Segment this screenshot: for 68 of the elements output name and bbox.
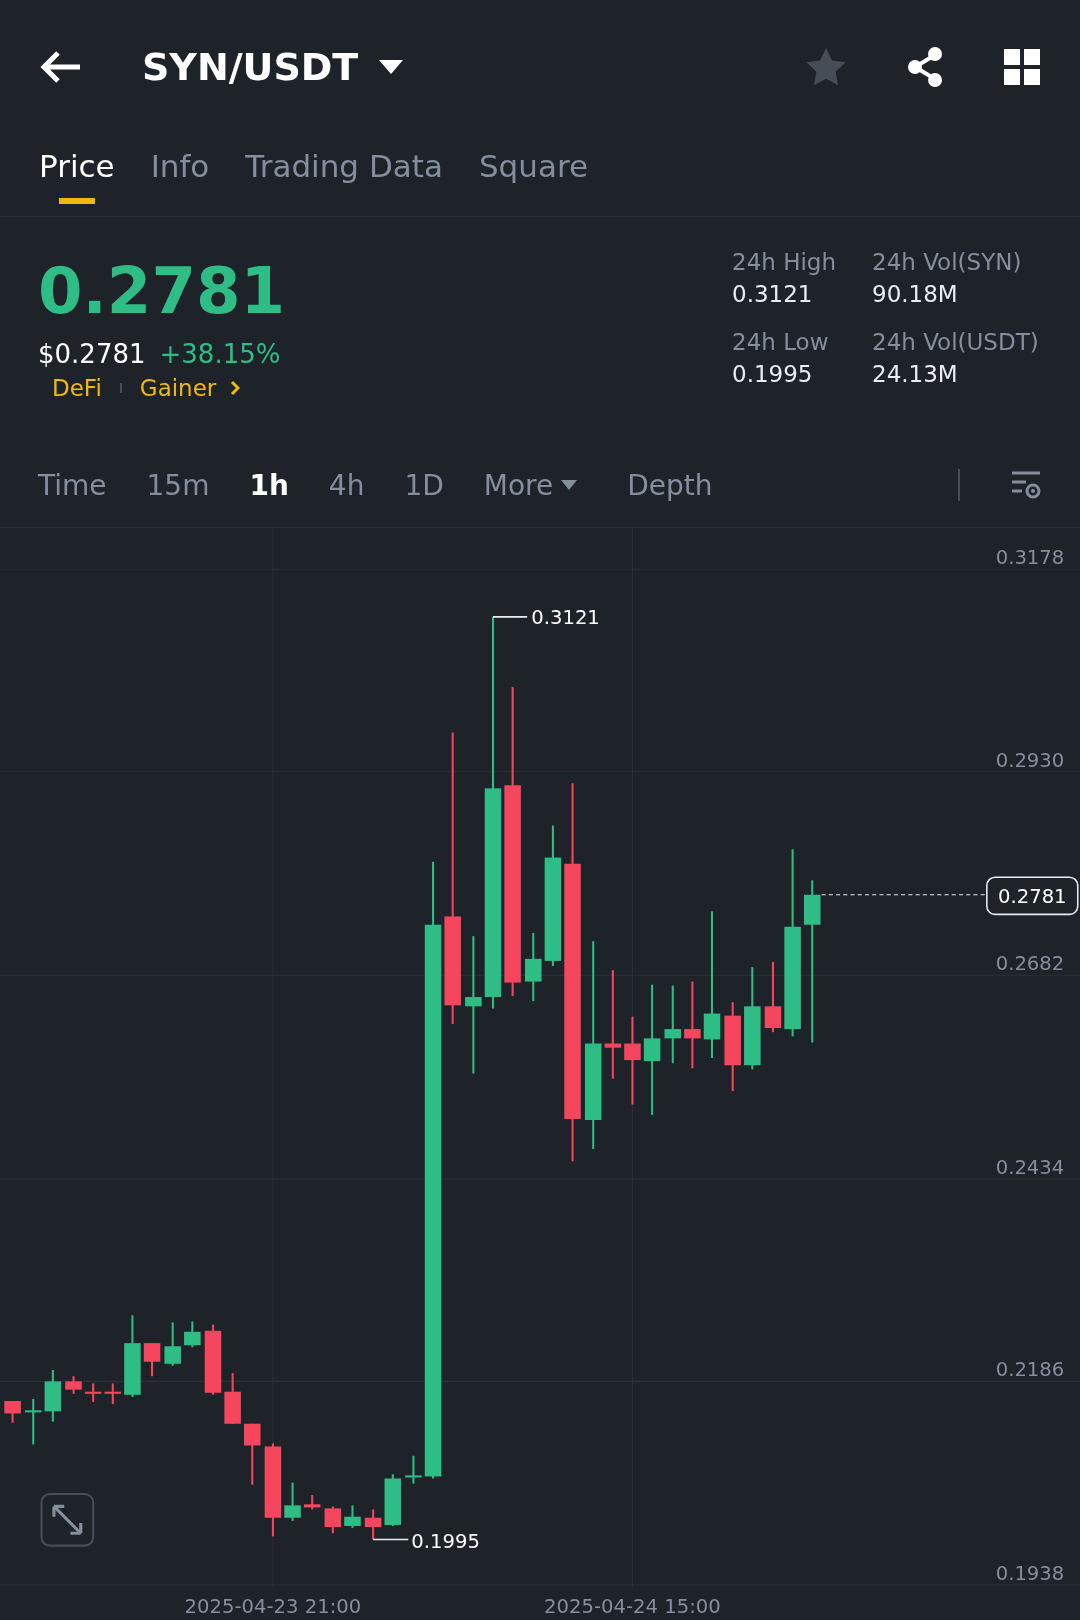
interval-tab[interactable]: 4h [328, 468, 365, 502]
candlestick [143, 1343, 161, 1377]
candlestick [44, 1370, 62, 1422]
stat-value: 24.13M [872, 361, 959, 387]
back-arrow-icon[interactable] [40, 50, 82, 84]
candlestick [25, 1398, 42, 1445]
candlestick [284, 1482, 301, 1521]
last-price-tag: 0.2781 [986, 876, 1079, 916]
stat-label: 24h Vol(USDT) [872, 329, 1040, 355]
tab[interactable]: Price [39, 134, 115, 217]
tab[interactable]: Info [150, 134, 210, 217]
candlestick [104, 1383, 122, 1405]
price-axis-label: 0.2930 [995, 748, 1065, 772]
candlestick [525, 933, 542, 1002]
tag-link[interactable]: Gainer [139, 375, 241, 401]
interval-dropdown[interactable]: More [483, 468, 578, 502]
chevron-right-icon [230, 380, 241, 396]
price-axis-label: 0.2186 [995, 1358, 1065, 1382]
candlestick [84, 1383, 102, 1403]
stat-value: 0.3121 [732, 281, 814, 307]
candlestick [244, 1423, 261, 1485]
candlestick [364, 1509, 382, 1540]
candlestick [764, 961, 782, 1033]
tab[interactable]: Trading Data [245, 134, 443, 217]
chart-settings-icon[interactable] [1010, 469, 1042, 501]
interval-tab[interactable]: Time [38, 468, 107, 502]
share-icon[interactable] [906, 47, 944, 87]
candlestick [303, 1495, 321, 1510]
candlestick [4, 1401, 21, 1423]
price-axis-label: 0.3178 [995, 546, 1065, 570]
high-leader-line [492, 616, 528, 618]
tab[interactable]: Square [478, 134, 589, 217]
candlestick [384, 1474, 402, 1526]
candlestick [65, 1376, 82, 1394]
tag-link[interactable]: DeFi [52, 375, 102, 401]
candlestick [164, 1322, 181, 1366]
interval-tab[interactable]: 1h [249, 468, 289, 502]
interval-tab[interactable]: Depth [627, 468, 713, 502]
price-axis-label: 0.2434 [995, 1155, 1065, 1179]
stat-label: 24h High [732, 249, 838, 275]
star-icon[interactable] [806, 48, 846, 86]
low-price-label: 0.1995 [411, 1529, 480, 1553]
candlestick [405, 1455, 422, 1484]
expand-icon[interactable] [40, 1492, 95, 1547]
low-leader-line [372, 1538, 410, 1541]
candlestick [324, 1506, 342, 1534]
candlestick [344, 1505, 361, 1529]
usd-price: $0.2781 [38, 339, 146, 369]
interval-tab[interactable]: 15m [146, 468, 210, 502]
stat-value: 90.18M [872, 281, 959, 307]
candlestick [204, 1324, 222, 1395]
price-change: +38.15% [159, 339, 281, 369]
trading-pair-title[interactable]: SYN/USDT [142, 45, 359, 89]
price-axis-label: 0.2682 [995, 952, 1065, 976]
interval-tab[interactable]: 1D [404, 468, 444, 502]
stat-label: 24h Vol(SYN) [872, 249, 1023, 275]
high-price-label: 0.3121 [531, 606, 600, 630]
stat-value: 0.1995 [732, 361, 814, 387]
candlestick [184, 1321, 201, 1348]
price-axis-label: 0.1938 [995, 1561, 1065, 1585]
candlestick [224, 1373, 241, 1424]
time-axis-label: 2025-04-24 15:00 [544, 1594, 721, 1618]
stat-label: 24h Low [732, 329, 830, 355]
caret-icon [561, 480, 578, 490]
grid-menu-icon[interactable] [1004, 49, 1040, 85]
caret-icon[interactable] [378, 59, 405, 75]
last-price: 0.2781 [38, 253, 286, 330]
time-axis-label: 2025-04-23 21:00 [184, 1594, 362, 1618]
